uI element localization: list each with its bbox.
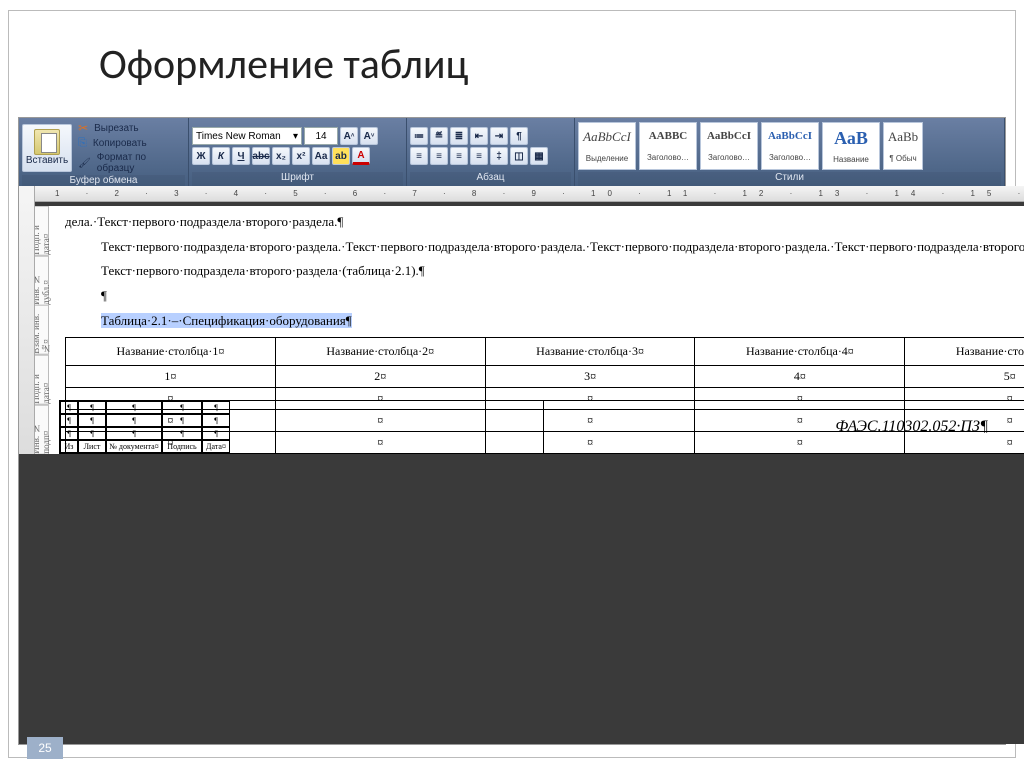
horizontal-ruler[interactable]: 1 · 2 · 3 · 4 · 5 · 6 · 7 · 8 · 9 · 10 ·… bbox=[35, 186, 1024, 202]
styles-gallery[interactable]: AaBbCcIВыделение AABBCЗаголово… AaBbCcIЗ… bbox=[578, 122, 923, 170]
ribbon-group-clipboard: Вставить Вырезать Копировать Формат по о… bbox=[19, 118, 189, 186]
word-application: Вставить Вырезать Копировать Формат по о… bbox=[18, 117, 1006, 745]
stamp-col: № документа¤ bbox=[106, 440, 162, 453]
document-page[interactable]: Подп. и дата¤ Инв. № дубл.¤ Взам. инв. №… bbox=[35, 206, 1024, 454]
title-block-stamp: ¶¶¶¶¶ ¶¶¶¶¶ ¶¶¶¶¶ Из Лист № документа¤ П… bbox=[59, 400, 1024, 454]
table-row: Название·столбца·1¤ Название·столбца·2¤ … bbox=[66, 338, 1024, 366]
shading-button[interactable]: ◫ bbox=[510, 147, 528, 165]
table-header: Название·столбца·2¤ bbox=[275, 338, 485, 366]
slide-frame: Оформление таблиц Вставить Вырезать Копи… bbox=[8, 10, 1016, 758]
stamp-code: ФАЭС.110302.052·ПЗ¶ bbox=[543, 401, 1024, 453]
style-item[interactable]: AaBbCcIЗаголово… bbox=[700, 122, 758, 170]
document-area: 1 · 2 · 3 · 4 · 5 · 6 · 7 · 8 · 9 · 10 ·… bbox=[19, 186, 1005, 744]
shrink-font-button[interactable]: A˅ bbox=[360, 127, 378, 145]
format-painter-button[interactable]: Формат по образцу bbox=[75, 151, 185, 175]
align-center-button[interactable]: ≡ bbox=[430, 147, 448, 165]
align-right-button[interactable]: ≡ bbox=[450, 147, 468, 165]
clipboard-group-label: Буфер обмена bbox=[22, 175, 185, 186]
borders-button[interactable]: ▦ bbox=[530, 147, 548, 165]
paragraph[interactable]: ¶ bbox=[65, 284, 1024, 309]
ribbon-group-font: Times New Roman▾ 14 A˄ A˅ Ж К Ч abc x₂ x… bbox=[189, 118, 407, 186]
highlight-button[interactable]: ab bbox=[332, 147, 350, 165]
side-label: Инв. № дубл.¤ bbox=[35, 256, 49, 306]
style-item[interactable]: AaBbCcIВыделение bbox=[578, 122, 636, 170]
dec-indent-button[interactable]: ⇤ bbox=[470, 127, 488, 145]
font-group-label: Шрифт bbox=[192, 172, 403, 186]
strike-button[interactable]: abc bbox=[252, 147, 270, 165]
paragraph-group-label: Абзац bbox=[410, 172, 571, 186]
table-header: Название·столбца·3¤ bbox=[485, 338, 695, 366]
paste-icon bbox=[34, 129, 60, 155]
side-label: Подп. и дата¤ bbox=[35, 355, 49, 405]
paste-button[interactable]: Вставить bbox=[22, 124, 72, 172]
style-item[interactable]: AaBb¶ Обыч bbox=[883, 122, 923, 170]
style-item[interactable]: AaBbCcIЗаголово… bbox=[761, 122, 819, 170]
paste-label: Вставить bbox=[26, 155, 68, 166]
ribbon-group-styles: AaBbCcIВыделение AABBCЗаголово… AaBbCcIЗ… bbox=[575, 118, 1005, 186]
table-header: Название·столбца·5¤ bbox=[905, 338, 1024, 366]
table-caption[interactable]: Таблица·2.1·–·Спецификация·оборудования¶ bbox=[65, 309, 1024, 334]
font-color-button[interactable]: A bbox=[352, 147, 370, 165]
align-justify-button[interactable]: ≡ bbox=[470, 147, 488, 165]
table-header: Название·столбца·4¤ bbox=[695, 338, 905, 366]
numbering-button[interactable]: ≝ bbox=[430, 127, 448, 145]
copy-button[interactable]: Копировать bbox=[75, 136, 185, 151]
cut-button[interactable]: Вырезать bbox=[75, 120, 185, 136]
styles-group-label: Стили bbox=[578, 172, 1001, 186]
font-name-select[interactable]: Times New Roman▾ bbox=[192, 127, 302, 145]
bullets-button[interactable]: ≔ bbox=[410, 127, 428, 145]
paragraph[interactable]: Текст·первого·подраздела·второго·раздела… bbox=[65, 235, 1024, 260]
font-size-select[interactable]: 14 bbox=[304, 127, 338, 145]
grow-font-button[interactable]: A˄ bbox=[340, 127, 358, 145]
case-button[interactable]: Aa bbox=[312, 147, 330, 165]
slide-number-badge: 25 bbox=[27, 737, 63, 759]
style-item[interactable]: AABBCЗаголово… bbox=[639, 122, 697, 170]
paragraph[interactable]: Текст·первого·подраздела·второго·раздела… bbox=[65, 259, 1024, 284]
slide-title: Оформление таблиц bbox=[9, 11, 1015, 102]
stamp-col: Подпись bbox=[162, 440, 202, 453]
table-row: 1¤2¤3¤4¤5¤6¤ bbox=[66, 366, 1024, 388]
vertical-ruler[interactable] bbox=[19, 186, 35, 454]
italic-button[interactable]: К bbox=[212, 147, 230, 165]
bold-button[interactable]: Ж bbox=[192, 147, 210, 165]
superscript-button[interactable]: x² bbox=[292, 147, 310, 165]
underline-button[interactable]: Ч bbox=[232, 147, 250, 165]
stamp-col: Дата¤ bbox=[202, 440, 230, 453]
line-spacing-button[interactable]: ‡ bbox=[490, 147, 508, 165]
side-label: Инв. № подп¤ bbox=[35, 405, 49, 455]
ribbon: Вставить Вырезать Копировать Формат по о… bbox=[19, 118, 1005, 186]
subscript-button[interactable]: x₂ bbox=[272, 147, 290, 165]
ribbon-group-paragraph: ≔ ≝ ≣ ⇤ ⇥ ¶ ≡ ≡ ≡ ≡ ‡ bbox=[407, 118, 575, 186]
align-left-button[interactable]: ≡ bbox=[410, 147, 428, 165]
multilevel-button[interactable]: ≣ bbox=[450, 127, 468, 145]
stamp-col: Из bbox=[60, 440, 78, 453]
paragraph[interactable]: дела.·Текст·первого·подраздела·второго·р… bbox=[65, 210, 1024, 235]
side-label: Подп. и дата¤ bbox=[35, 206, 49, 256]
side-label: Взам. инв. №¤ bbox=[35, 305, 49, 355]
inc-indent-button[interactable]: ⇥ bbox=[490, 127, 508, 145]
show-marks-button[interactable]: ¶ bbox=[510, 127, 528, 145]
stamp-col: Лист bbox=[78, 440, 106, 453]
frame-side-labels: Подп. и дата¤ Инв. № дубл.¤ Взам. инв. №… bbox=[35, 206, 49, 454]
style-item[interactable]: АаВНазвание bbox=[822, 122, 880, 170]
table-header: Название·столбца·1¤ bbox=[66, 338, 276, 366]
